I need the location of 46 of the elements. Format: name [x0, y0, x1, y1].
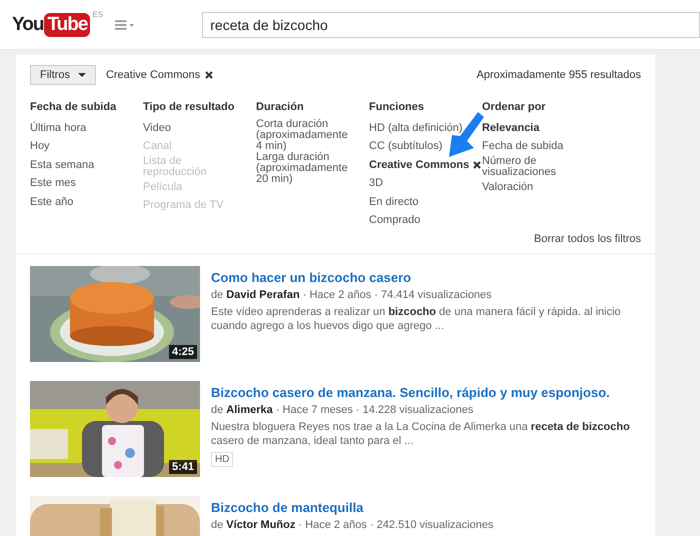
filter-option[interactable]: Hoy — [30, 141, 50, 152]
filter-option[interactable]: Número de visualizaciones — [482, 156, 582, 178]
active-filter: Creative Commons — [106, 69, 200, 81]
video-meta: de David Perafan · Hace 2 años · 74.414 visualizaciones — [211, 289, 492, 301]
filter-heading: Fecha de subida — [30, 101, 118, 113]
filter-option[interactable]: CC (subtítulos) — [369, 141, 442, 152]
filter-option[interactable]: Fecha de subida — [482, 141, 564, 152]
video-description: Nuestra bloguera Reyes nos trae a la La Cocina de Alimerka una receta de bizcocho casero de manzana, ideal tanto para el ... — [211, 420, 631, 448]
filter-option[interactable]: Este año — [30, 196, 74, 208]
filter-option[interactable]: Valoración — [482, 182, 534, 193]
filter-heading: Funciones — [369, 101, 426, 113]
search-field[interactable]: receta de bizcocho — [202, 12, 700, 38]
filter-heading: Ordenar por — [482, 101, 547, 113]
filter-option[interactable]: Larga duración (aproximadamente 20 min) — [256, 152, 356, 185]
filter-option[interactable]: Esta semana — [30, 160, 94, 171]
clear-filters-link[interactable]: Borrar todos los filtros — [534, 233, 641, 245]
duration-label: 5:41 — [168, 460, 197, 474]
filter-option[interactable]: Este mes — [30, 178, 76, 190]
region-label: ES — [92, 10, 104, 18]
filter-option[interactable]: 3D — [369, 178, 384, 190]
filter-option[interactable]: Corta duración (aproximadamente 4 min) — [256, 119, 356, 152]
caret-icon — [78, 72, 86, 78]
filter-option[interactable]: HD (alta definición) — [369, 122, 463, 134]
filter-option[interactable]: Última hora — [30, 122, 86, 134]
filter-heading: Duración — [256, 101, 305, 113]
hd-badge: HD — [211, 452, 234, 467]
filter-option[interactable]: Creative Commons — [369, 160, 470, 171]
result-count: Aproximadamente 955 resultados — [476, 69, 641, 81]
logo-badge[interactable]: Tube — [44, 12, 90, 36]
filter-heading: Tipo de resultado — [143, 101, 236, 113]
filters-button[interactable]: Filtros — [30, 65, 96, 85]
duration-label: 4:25 — [168, 345, 197, 359]
video-meta: de Víctor Muñoz · Hace 2 años · 242.510 visualizaciones — [211, 519, 494, 531]
video-meta: de Alimerka · Hace 7 meses · 14.228 visualizaciones — [211, 404, 474, 416]
remove-icon[interactable] — [473, 161, 482, 170]
logo-text[interactable]: You — [12, 14, 44, 36]
filter-option[interactable]: Relevancia — [482, 122, 540, 134]
video-description: Este vídeo aprenderas a realizar un bizcocho de una manera fácil y rápida. al inicio cuando agrego a los huevos digo que agrego ... — [211, 305, 622, 333]
video-title-link[interactable]: Bizcocho de mantequilla — [211, 500, 364, 515]
filter-option[interactable]: En directo — [369, 196, 419, 208]
menu-icon[interactable] — [115, 20, 134, 30]
video-title-link[interactable]: Bizcocho casero de manzana. Sencillo, rápido y muy esponjoso. — [211, 385, 610, 400]
filter-option[interactable]: Comprado — [369, 215, 420, 226]
filter-option[interactable]: Video — [143, 122, 171, 134]
video-title-link[interactable]: Como hacer un bizcocho casero — [211, 270, 412, 285]
remove-icon[interactable] — [205, 71, 214, 79]
